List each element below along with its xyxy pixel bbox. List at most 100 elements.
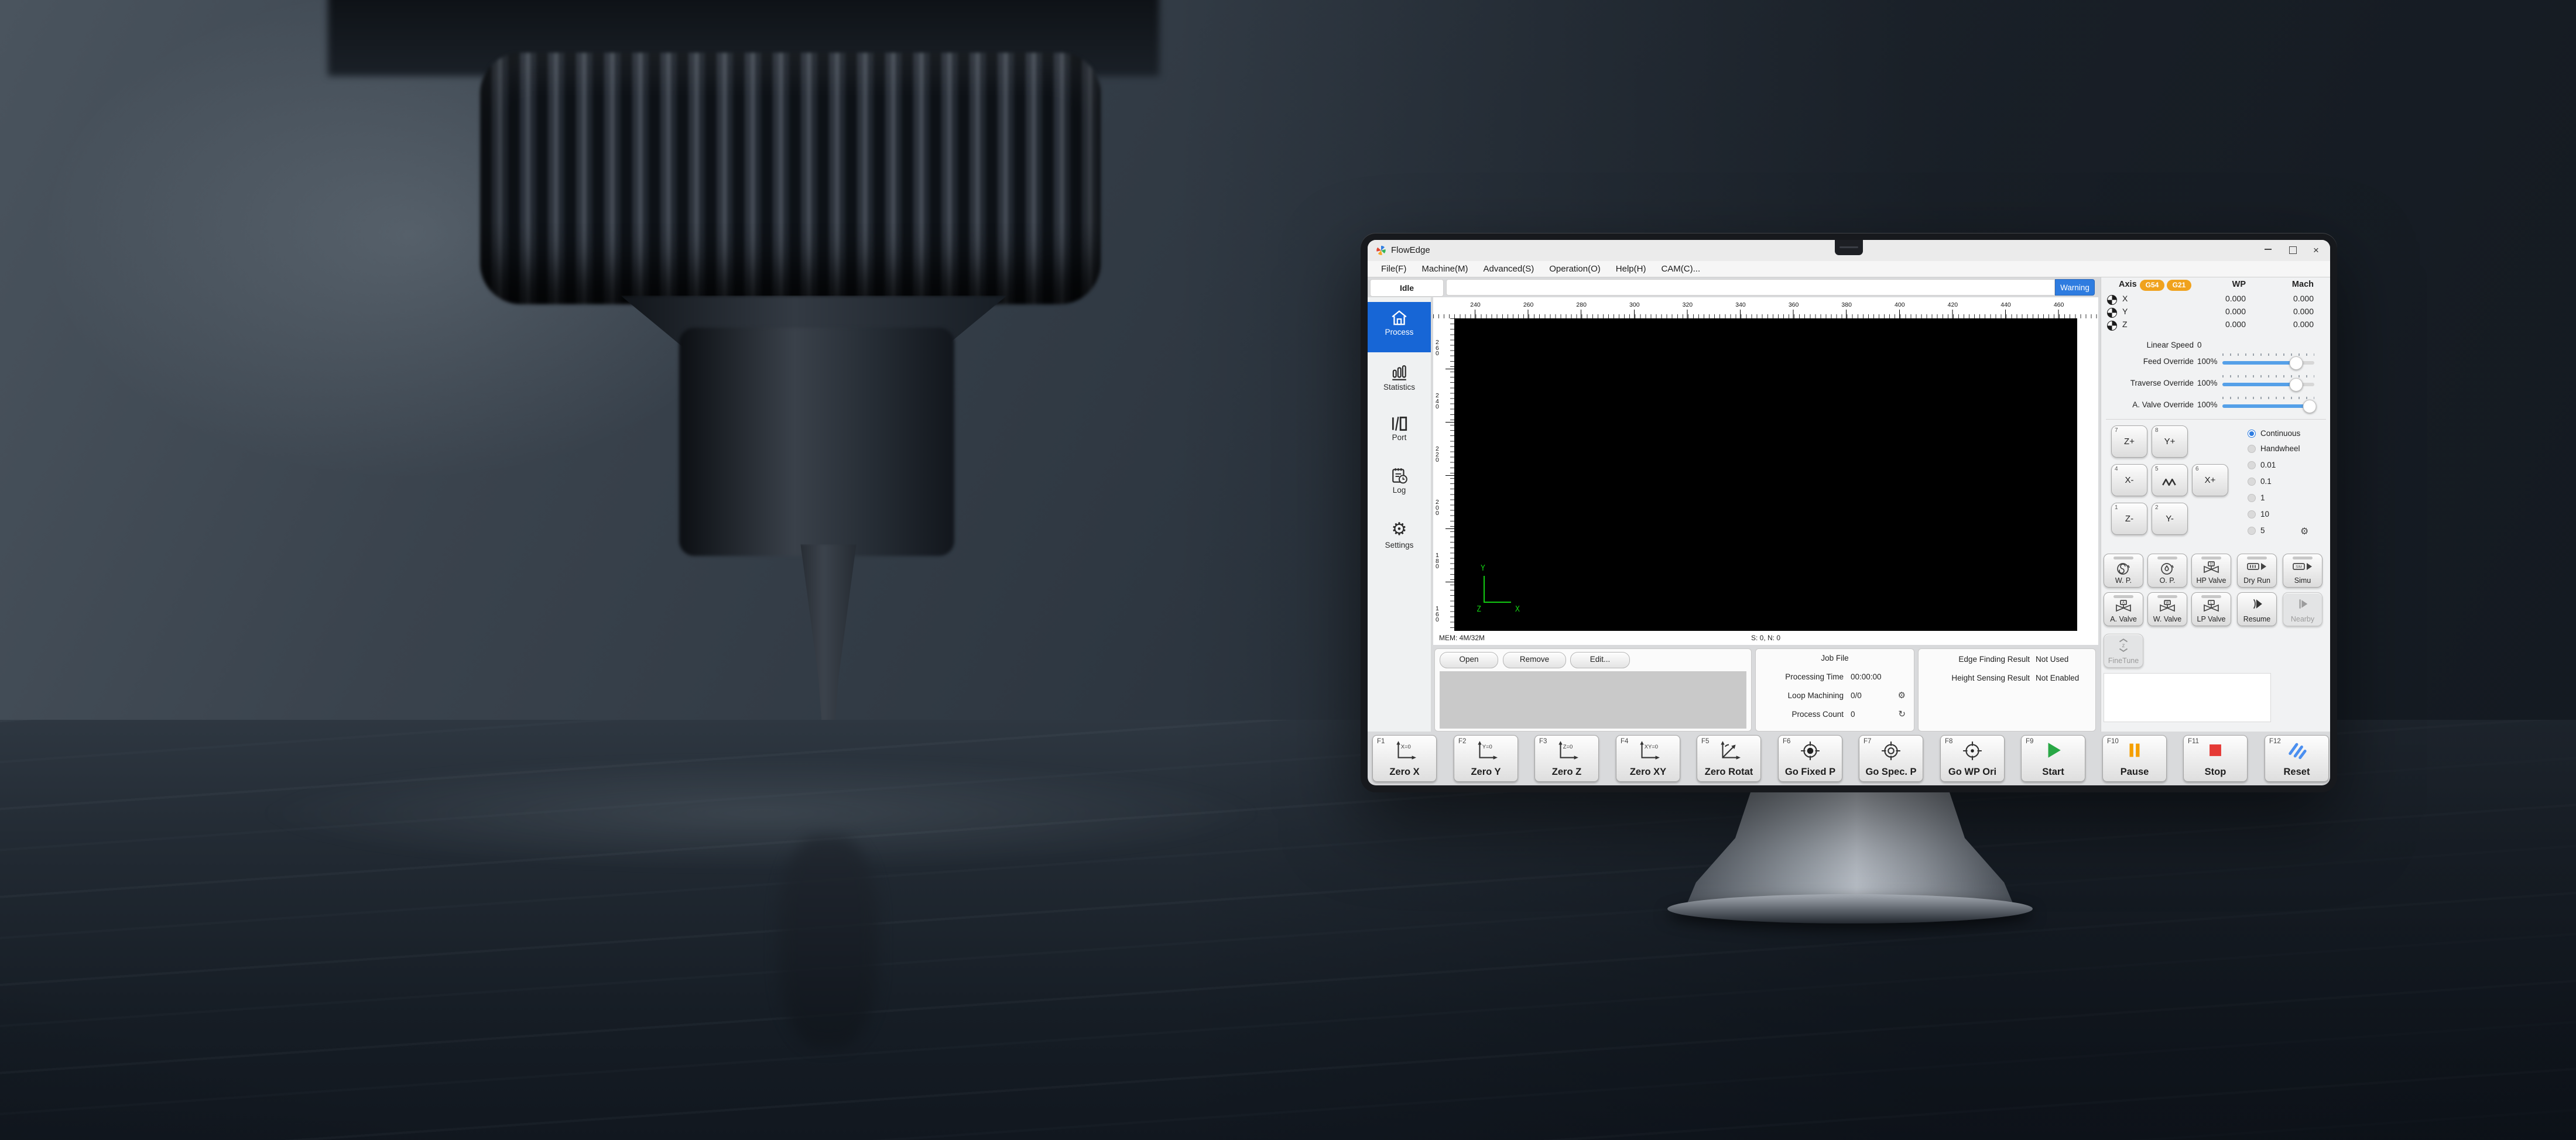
coord-wp-value: 0.000 xyxy=(2225,294,2246,303)
file-panel: Open Remove Edit... xyxy=(1434,648,1752,732)
w-valve-button[interactable]: W W. Valve xyxy=(2147,592,2187,626)
f8-go-wp-origin-button[interactable]: F8 Go WP Ori xyxy=(1940,735,2005,782)
slider-thumb[interactable] xyxy=(2289,378,2303,392)
jog-handwheel-button[interactable]: 5 xyxy=(2152,464,2188,496)
toolpath-canvas[interactable]: Y Z X xyxy=(1454,318,2077,631)
menu-bar: File(F) Machine(M) Advanced(S) Operation… xyxy=(1368,261,2330,277)
dry-run-icon xyxy=(2247,561,2267,572)
radio-icon xyxy=(2248,510,2256,519)
oil-pump-button[interactable]: O. P. xyxy=(2147,554,2187,588)
ruler-y-tick: 260 xyxy=(1436,340,1441,357)
axis-x-label: X xyxy=(1515,605,1520,614)
gear-icon[interactable]: ⚙ xyxy=(2300,526,2308,537)
jog-x-minus-button[interactable]: 4 X- xyxy=(2111,464,2147,496)
menu-operation[interactable]: Operation(O) xyxy=(1542,264,1608,274)
close-icon[interactable]: × xyxy=(2308,245,2324,256)
svg-text:Z=0: Z=0 xyxy=(1563,744,1573,750)
f7-go-special-point-button[interactable]: F7 Go Spec. P xyxy=(1859,735,1923,782)
maximize-icon[interactable] xyxy=(2284,245,2301,256)
results-panel: Edge Finding Result Not Used Height Sens… xyxy=(1918,648,2096,732)
sidebar-item-log[interactable]: Log xyxy=(1368,460,1431,510)
sidebar-item-port[interactable]: Port xyxy=(1368,408,1431,459)
play-icon xyxy=(2043,740,2063,760)
lp-valve-button[interactable]: L LP Valve xyxy=(2191,592,2231,626)
f3-zero-z-button[interactable]: F3 Z=0 Zero Z xyxy=(1534,735,1599,782)
radio-icon xyxy=(2248,461,2256,469)
memory-usage: MEM: 4M/32M xyxy=(1439,634,1485,642)
hp-valve-button[interactable]: H HP Valve xyxy=(2191,554,2231,588)
avalve-override-slider[interactable] xyxy=(2222,404,2314,408)
nearby-button[interactable]: Nearby xyxy=(2283,592,2322,626)
sidebar-item-settings[interactable]: ⚙ Settings xyxy=(1368,513,1431,563)
a-valve-button[interactable]: A A. Valve xyxy=(2104,592,2143,626)
edit-button[interactable]: Edit... xyxy=(1570,652,1630,668)
ruler-x-tick: 300 xyxy=(1629,301,1640,308)
traverse-override-slider[interactable] xyxy=(2222,383,2314,386)
aux-display-panel xyxy=(2104,673,2271,722)
water-pump-button[interactable]: W. P. xyxy=(2104,554,2143,588)
sidebar-item-statistics[interactable]: Statistics xyxy=(1368,357,1431,407)
slider-thumb[interactable] xyxy=(2303,400,2317,413)
menu-help[interactable]: Help(H) xyxy=(1608,264,1654,274)
edge-finding-label: Edge Finding Result xyxy=(1919,655,2030,664)
simulate-button[interactable]: SIM Simu xyxy=(2283,554,2322,588)
slider-ticks xyxy=(2222,375,2314,377)
toolpath-viewport: 240260280300320340360380400420440460 260… xyxy=(1433,297,2098,645)
axis-header: Axis xyxy=(2119,280,2137,289)
stop-icon xyxy=(2205,740,2225,760)
ruler-x-tick: 380 xyxy=(1841,301,1852,308)
finetune-button[interactable]: z FineTune xyxy=(2104,634,2143,668)
f2-zero-y-button[interactable]: F2 Y=0 Zero Y xyxy=(1454,735,1518,782)
minimize-icon[interactable] xyxy=(2260,245,2276,256)
radio-icon xyxy=(2248,527,2256,535)
remove-button[interactable]: Remove xyxy=(1503,652,1566,668)
f1-zero-x-button[interactable]: F1 X=0 Zero X xyxy=(1372,735,1437,782)
axis-target-icon xyxy=(2107,308,2117,318)
f4-zero-xy-button[interactable]: F4 XY=0 Zero XY xyxy=(1616,735,1680,782)
job-file-list[interactable] xyxy=(1440,671,1746,729)
f6-go-fixed-point-button[interactable]: F6 Go Fixed P xyxy=(1778,735,1842,782)
svg-text:Y=0: Y=0 xyxy=(1482,744,1492,750)
height-sensing-row: Height Sensing Result Not Enabled xyxy=(1919,674,2095,686)
process-count-row: Process Count 0 ↻ xyxy=(1756,710,1914,723)
jog-z-minus-button[interactable]: 1 Z- xyxy=(2111,503,2147,535)
menu-cam[interactable]: CAM(C)... xyxy=(1653,264,1708,274)
jog-z-plus-button[interactable]: 7 Z+ xyxy=(2111,425,2147,458)
ruler-x-tick: 460 xyxy=(2054,301,2064,308)
reset-stripes-icon xyxy=(2287,740,2307,760)
coord-wp-value: 0.000 xyxy=(2225,320,2246,329)
f10-pause-button[interactable]: F10 Pause xyxy=(2102,735,2167,782)
open-button[interactable]: Open xyxy=(1440,652,1498,668)
control-column: Axis G54 G21 WP Mach X 0.000 0.000 Y 0.0… xyxy=(2101,277,2330,732)
jog-y-plus-button[interactable]: 8 Y+ xyxy=(2152,425,2188,458)
loop-machining-label: Loop Machining xyxy=(1756,691,1844,700)
axis-zero-icon: Y=0 xyxy=(1474,740,1498,761)
feed-override-slider[interactable] xyxy=(2222,361,2314,365)
jog-x-plus-button[interactable]: 6 X+ xyxy=(2192,464,2228,496)
menu-file[interactable]: File(F) xyxy=(1373,264,1414,274)
f12-reset-button[interactable]: F12 Reset xyxy=(2265,735,2329,782)
refresh-icon[interactable]: ↻ xyxy=(1898,709,1906,719)
sidebar-item-process[interactable]: Process xyxy=(1368,302,1431,352)
dry-run-button[interactable]: Dry Run xyxy=(2237,554,2277,588)
gear-icon[interactable]: ⚙ xyxy=(1898,690,1906,701)
svg-text:z: z xyxy=(2122,643,2125,649)
f11-stop-button[interactable]: F11 Stop xyxy=(2183,735,2248,782)
slider-thumb[interactable] xyxy=(2289,356,2303,370)
f9-start-button[interactable]: F9 Start xyxy=(2021,735,2085,782)
sn-counter: S: 0, N: 0 xyxy=(1751,634,1780,642)
resume-button[interactable]: Resume xyxy=(2237,592,2277,626)
menu-advanced[interactable]: Advanced(S) xyxy=(1476,264,1542,274)
menu-machine[interactable]: Machine(M) xyxy=(1414,264,1475,274)
coord-row-x: X 0.000 0.000 xyxy=(2101,294,2330,307)
axis-y-label: Y xyxy=(1481,564,1485,573)
linear-speed-value: 0 xyxy=(2197,341,2202,349)
avalve-override-row: A. Valve Override 100% xyxy=(2101,397,2330,417)
bar-chart-icon xyxy=(1390,364,1408,382)
jog-y-minus-button[interactable]: 2 Y- xyxy=(2152,503,2188,535)
warning-button[interactable]: Warning xyxy=(2055,279,2095,296)
f5-zero-rotation-button[interactable]: F5 Zero Rotat xyxy=(1697,735,1761,782)
divider xyxy=(2106,419,2326,420)
scene: FlowEdge × File(F) Machine(M) Advanced(S… xyxy=(0,0,2576,1140)
indicator-bar xyxy=(2293,557,2313,559)
